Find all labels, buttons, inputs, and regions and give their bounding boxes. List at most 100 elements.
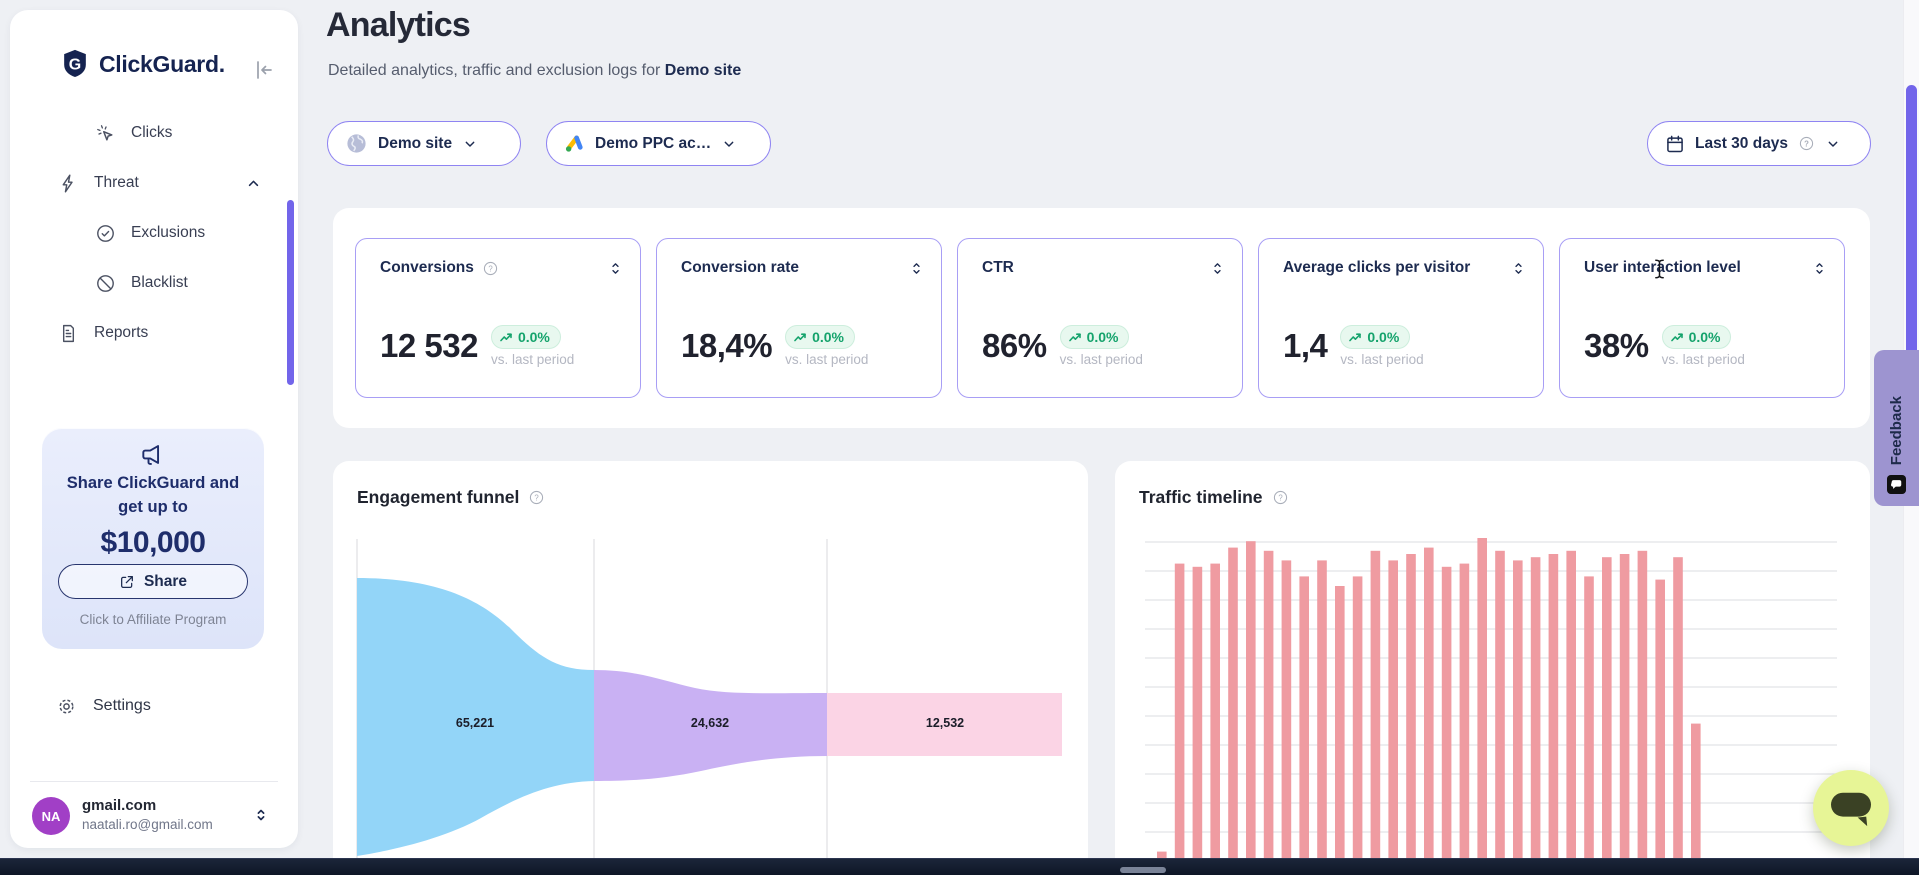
traffic-bar	[1388, 560, 1398, 875]
kpi-panel: Conversions? 12 532 0.0% vs. last periodCon…	[333, 208, 1870, 428]
kpi-value: 18,4%	[681, 327, 772, 365]
affiliate-promo-card[interactable]: Share ClickGuard and get up to $10,000 S…	[42, 428, 264, 649]
chevron-down-icon	[462, 136, 478, 152]
sidebar-item-label: Blacklist	[131, 274, 188, 292]
site-selector-label: Demo site	[378, 135, 452, 153]
engagement-funnel-chart	[333, 461, 1088, 875]
traffic-bar	[1299, 576, 1309, 875]
clickguard-shield-icon: G	[60, 48, 90, 80]
svg-text:?: ?	[488, 264, 493, 273]
funnel-value-label: 12,532	[926, 716, 964, 730]
kpi-value: 1,4	[1283, 327, 1327, 365]
traffic-bar	[1513, 560, 1523, 875]
kpi-delta-badge: 0.0%	[1662, 325, 1732, 349]
kpi-delta-value: 0.0%	[1689, 329, 1721, 345]
kpi-label: Average clicks per visitor	[1283, 259, 1470, 277]
help-icon[interactable]: ?	[1272, 489, 1289, 506]
funnel-value-label: 65,221	[456, 716, 494, 730]
share-button[interactable]: Share	[58, 564, 248, 599]
kpi-value: 38%	[1584, 327, 1649, 365]
traffic-bar	[1549, 554, 1559, 875]
metric-selector-icon[interactable]	[908, 260, 925, 277]
sidebar-item-settings[interactable]: Settings	[30, 684, 282, 728]
help-icon[interactable]: ?	[1798, 135, 1815, 152]
sidebar-item-blacklist[interactable]: Blacklist	[30, 258, 282, 308]
kpi-delta-badge: 0.0%	[491, 325, 561, 349]
kpi-delta-value: 0.0%	[1087, 329, 1119, 345]
traffic-bar	[1282, 560, 1292, 875]
traffic-bar	[1246, 541, 1256, 875]
chevron-up-icon[interactable]	[245, 175, 262, 192]
kpi-card-conversions: Conversions? 12 532 0.0% vs. last period	[355, 238, 641, 398]
divider	[30, 781, 278, 782]
sidebar-item-label: Exclusions	[131, 224, 205, 242]
sidebar-item-exclusions[interactable]: Exclusions	[30, 208, 282, 258]
chevron-down-icon	[721, 136, 737, 152]
traffic-bar	[1655, 580, 1665, 875]
metric-selector-icon[interactable]	[1209, 260, 1226, 277]
traffic-bar	[1584, 576, 1594, 875]
metric-selector-icon[interactable]	[607, 260, 624, 277]
feedback-tab[interactable]: Feedback	[1874, 350, 1919, 506]
trend-up-icon	[1069, 332, 1082, 343]
promo-headline-line2: get up to	[42, 498, 264, 517]
feedback-label: Feedback	[1888, 396, 1905, 465]
kpi-compare-label: vs. last period	[491, 352, 574, 367]
sidebar-item-label: Clicks	[131, 124, 172, 142]
settings-label: Settings	[93, 697, 151, 715]
promo-amount: $10,000	[42, 526, 264, 560]
kpi-label: CTR	[982, 259, 1014, 277]
traffic-bar	[1442, 567, 1452, 875]
kpi-card-user-interaction-level: User interaction level38%0.0%vs. last pe…	[1559, 238, 1845, 398]
external-link-icon	[119, 574, 135, 590]
account-switcher[interactable]: NA gmail.com naatali.ro@gmail.com	[10, 787, 298, 845]
svg-text:?: ?	[1278, 493, 1283, 502]
kpi-value: 12 532	[380, 327, 478, 365]
date-range-dropdown[interactable]: Last 30 days ?	[1647, 121, 1871, 166]
trend-up-icon	[1349, 332, 1362, 343]
account-name: gmail.com	[82, 797, 156, 814]
svg-text:?: ?	[1804, 139, 1809, 148]
traffic-bar	[1477, 538, 1487, 875]
taskbar-strip	[0, 858, 1919, 875]
promo-caption: Click to Affiliate Program	[42, 612, 264, 627]
traffic-bar	[1317, 560, 1327, 875]
chevron-down-icon	[1825, 136, 1841, 152]
traffic-bar	[1193, 567, 1203, 875]
kpi-delta-badge: 0.0%	[1060, 325, 1130, 349]
traffic-bar	[1424, 548, 1434, 875]
subtitle-text: Detailed analytics, traffic and exclusio…	[328, 62, 665, 79]
help-icon[interactable]: ?	[482, 260, 499, 277]
sidebar-item-threat[interactable]: Threat	[30, 158, 282, 208]
feedback-app-icon	[1887, 475, 1906, 494]
ppc-account-dropdown[interactable]: Demo PPC ac…	[546, 121, 771, 166]
traffic-bar	[1620, 554, 1630, 875]
date-range-label: Last 30 days	[1695, 135, 1788, 153]
traffic-timeline-card: Traffic timeline ?	[1115, 461, 1870, 875]
share-button-label: Share	[144, 573, 187, 591]
help-icon[interactable]: ?	[528, 489, 545, 506]
chat-widget-button[interactable]	[1813, 770, 1889, 846]
funnel-value-label: 24,632	[691, 716, 729, 730]
google-ads-icon	[564, 133, 585, 154]
funnel-title: Engagement funnel	[357, 487, 519, 508]
kpi-label: Conversions	[380, 259, 474, 277]
sidebar-scroll-indicator[interactable]	[287, 200, 294, 385]
metric-selector-icon[interactable]	[1510, 260, 1527, 277]
sidebar-item-reports[interactable]: Reports	[30, 308, 282, 358]
select-chevrons-icon[interactable]	[252, 805, 270, 825]
brand-logo: G ClickGuard.	[60, 48, 225, 80]
bolt-icon	[58, 173, 79, 194]
collapse-sidebar-icon[interactable]	[252, 58, 276, 82]
kpi-value: 86%	[982, 327, 1047, 365]
trend-up-icon	[1671, 332, 1684, 343]
metric-selector-icon[interactable]	[1811, 260, 1828, 277]
text-cursor-pointer	[1652, 258, 1667, 280]
site-selector-dropdown[interactable]: Demo site	[327, 121, 521, 166]
ban-icon	[95, 273, 116, 294]
megaphone-icon	[140, 441, 167, 468]
svg-text:G: G	[69, 57, 81, 74]
calendar-icon	[1665, 134, 1685, 154]
traffic-bar	[1353, 576, 1363, 875]
sidebar-item-clicks[interactable]: Clicks	[30, 108, 282, 158]
